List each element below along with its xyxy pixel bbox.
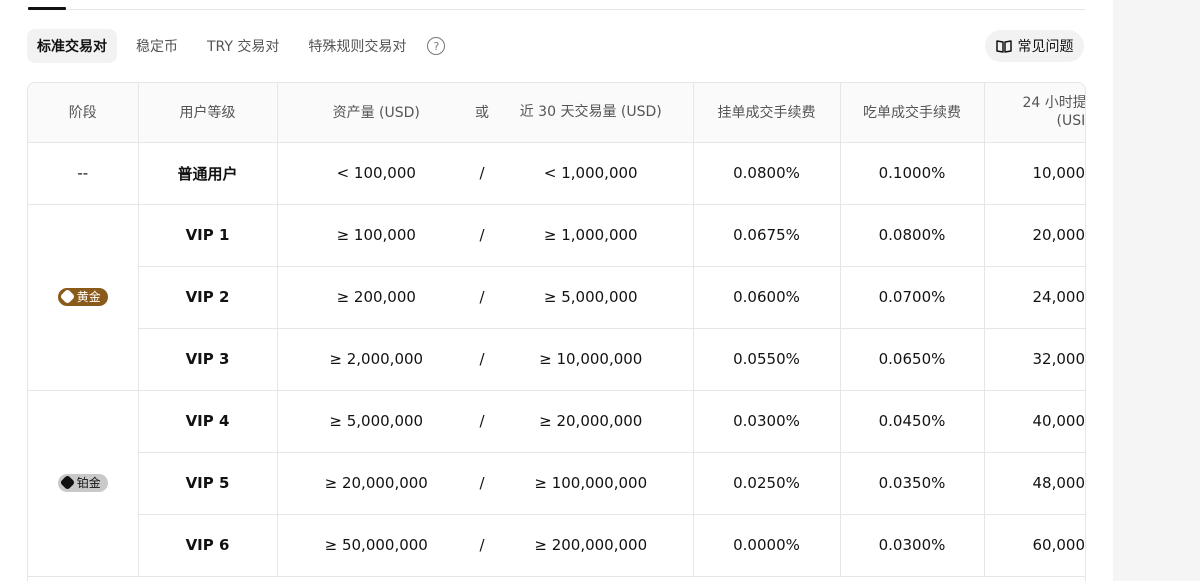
tab-try-pairs[interactable]: TRY 交易对 bbox=[197, 29, 289, 63]
taker-fee-cell: 0.1000% bbox=[840, 142, 985, 205]
book-icon bbox=[995, 40, 1012, 53]
taker-fee-cell: 0.0300% bbox=[840, 514, 985, 577]
withdraw-cell: 60,000 bbox=[984, 514, 1085, 577]
or-cell: / bbox=[475, 142, 489, 205]
withdraw-cell: 40,000 bbox=[984, 390, 1085, 453]
help-icon[interactable]: ? bbox=[427, 37, 446, 55]
volume-cell: ≥ 20,000,000 bbox=[489, 390, 694, 453]
header-user-level: 用户等级 bbox=[138, 83, 278, 143]
stage-gold-cell: 黄金 bbox=[28, 204, 139, 391]
volume-cell: ≥ 10,000,000 bbox=[489, 328, 694, 391]
gold-badge-label: 黄金 bbox=[76, 290, 101, 305]
asset-cell: < 100,000 bbox=[277, 142, 475, 205]
or-cell: / bbox=[475, 204, 489, 267]
main-content: 标准交易对 稳定币 TRY 交易对 特殊规则交易对 ? 常见问题 阶段 用户等级… bbox=[0, 0, 1113, 581]
diamond-icon bbox=[59, 474, 76, 491]
volume-cell: ≥ 1,000,000 bbox=[489, 204, 694, 267]
header-withdraw-limit: 24 小时提 (USI bbox=[984, 83, 1086, 143]
asset-cell: ≥ 100,000 bbox=[277, 204, 475, 267]
asset-cell: ≥ 20,000,000 bbox=[277, 452, 475, 515]
asset-cell: ≥ 2,000,000 bbox=[277, 328, 475, 391]
header-taker-fee: 吃单成交手续费 bbox=[840, 83, 985, 143]
maker-fee-cell: 0.0250% bbox=[693, 452, 841, 515]
maker-fee-cell: 0.0675% bbox=[693, 204, 841, 267]
maker-fee-cell: 0.0600% bbox=[693, 266, 841, 329]
or-cell: / bbox=[475, 452, 489, 515]
fee-table-container[interactable]: 阶段 用户等级 资产量 (USD) 或 近 30 天交易量 (USD) 挂单成交… bbox=[27, 82, 1086, 581]
taker-fee-cell: 0.0650% bbox=[840, 328, 985, 391]
taker-fee-cell: 0.0800% bbox=[840, 204, 985, 267]
level-cell: VIP 4 bbox=[138, 390, 278, 453]
asset-cell: ≥ 50,000,000 bbox=[277, 514, 475, 577]
header-asset: 资产量 (USD) bbox=[277, 83, 475, 143]
volume-cell: < 1,000,000 bbox=[489, 142, 694, 205]
header-withdraw-line2: (USI bbox=[1056, 113, 1086, 130]
taker-fee-cell: 0.0350% bbox=[840, 452, 985, 515]
or-cell: / bbox=[475, 514, 489, 577]
withdraw-cell: 48,000 bbox=[984, 452, 1085, 515]
stage-cell: -- bbox=[28, 142, 139, 205]
asset-cell: ≥ 200,000 bbox=[277, 266, 475, 329]
gold-badge: 黄金 bbox=[57, 287, 108, 306]
top-divider bbox=[28, 9, 1085, 10]
table-row: VIP 5 ≥ 20,000,000 / ≥ 100,000,000 0.025… bbox=[28, 452, 1085, 515]
header-maker-fee: 挂单成交手续费 bbox=[693, 83, 841, 143]
faq-label: 常见问题 bbox=[1017, 39, 1074, 55]
fee-table: 阶段 用户等级 资产量 (USD) 或 近 30 天交易量 (USD) 挂单成交… bbox=[28, 83, 1086, 577]
header-stage: 阶段 bbox=[28, 83, 139, 143]
or-cell: / bbox=[475, 266, 489, 329]
level-cell: VIP 6 bbox=[138, 514, 278, 577]
top-tab-indicator bbox=[28, 7, 66, 10]
tab-standard-pairs[interactable]: 标准交易对 bbox=[27, 29, 117, 63]
withdraw-cell: 24,000 bbox=[984, 266, 1085, 329]
volume-cell: ≥ 5,000,000 bbox=[489, 266, 694, 329]
table-row: VIP 2 ≥ 200,000 / ≥ 5,000,000 0.0600% 0.… bbox=[28, 266, 1085, 329]
level-cell: VIP 3 bbox=[138, 328, 278, 391]
header-volume: 近 30 天交易量 (USD) bbox=[489, 83, 694, 143]
asset-cell: ≥ 5,000,000 bbox=[277, 390, 475, 453]
taker-fee-cell: 0.0450% bbox=[840, 390, 985, 453]
level-cell: VIP 1 bbox=[138, 204, 278, 267]
withdraw-cell: 20,000 bbox=[984, 204, 1085, 267]
taker-fee-cell: 0.0700% bbox=[840, 266, 985, 329]
level-cell: 普通用户 bbox=[138, 142, 278, 205]
withdraw-cell: 10,000 bbox=[984, 142, 1085, 205]
header-or: 或 bbox=[475, 83, 489, 143]
faq-button[interactable]: 常见问题 bbox=[985, 30, 1084, 62]
tab-special-rule-pairs[interactable]: 特殊规则交易对 bbox=[298, 29, 416, 63]
withdraw-cell: 32,000 bbox=[984, 328, 1085, 391]
table-row: 铂金 VIP 4 ≥ 5,000,000 / ≥ 20,000,000 0.03… bbox=[28, 390, 1085, 577]
volume-cell: ≥ 100,000,000 bbox=[489, 452, 694, 515]
maker-fee-cell: 0.0300% bbox=[693, 390, 841, 453]
maker-fee-cell: 0.0550% bbox=[693, 328, 841, 391]
level-cell: VIP 5 bbox=[138, 452, 278, 515]
or-cell: / bbox=[475, 390, 489, 453]
header-withdraw-line1: 24 小时提 bbox=[1022, 95, 1086, 112]
table-row: VIP 3 ≥ 2,000,000 / ≥ 10,000,000 0.0550%… bbox=[28, 328, 1085, 391]
volume-cell: ≥ 200,000,000 bbox=[489, 514, 694, 577]
maker-fee-cell: 0.0800% bbox=[693, 142, 841, 205]
table-header-row: 阶段 用户等级 资产量 (USD) 或 近 30 天交易量 (USD) 挂单成交… bbox=[28, 83, 1086, 143]
level-cell: VIP 2 bbox=[138, 266, 278, 329]
stage-platinum-cell: 铂金 bbox=[28, 390, 139, 577]
or-cell: / bbox=[475, 328, 489, 391]
table-row: VIP 6 ≥ 50,000,000 / ≥ 200,000,000 0.000… bbox=[28, 514, 1085, 577]
table-row: 黄金 VIP 1 ≥ 100,000 / ≥ 1,000,000 0.0675%… bbox=[28, 204, 1085, 391]
diamond-icon bbox=[59, 288, 76, 305]
platinum-badge-label: 铂金 bbox=[76, 476, 101, 491]
right-side-panel bbox=[1113, 0, 1200, 581]
tab-stablecoins[interactable]: 稳定币 bbox=[126, 29, 188, 63]
maker-fee-cell: 0.0000% bbox=[693, 514, 841, 577]
table-row: -- 普通用户 < 100,000 / < 1,000,000 0.0800% … bbox=[28, 142, 1085, 205]
platinum-badge: 铂金 bbox=[57, 473, 108, 492]
pair-tabs: 标准交易对 稳定币 TRY 交易对 特殊规则交易对 ? bbox=[27, 29, 446, 63]
